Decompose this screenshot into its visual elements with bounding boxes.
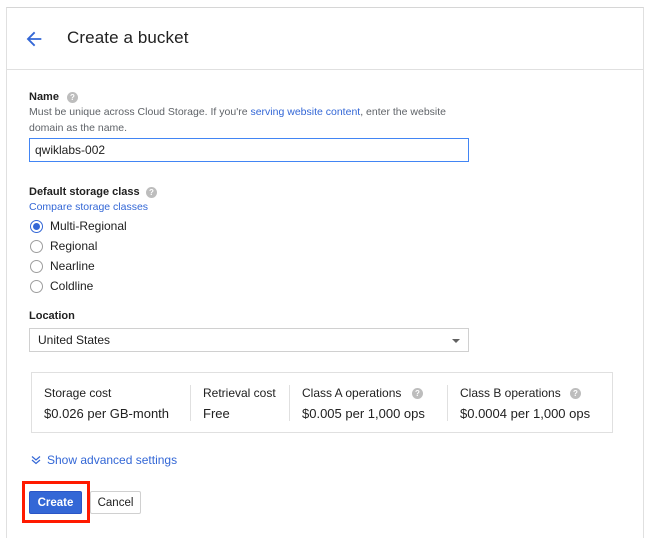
location-value: United States (38, 333, 111, 347)
create-button[interactable]: Create (29, 491, 82, 514)
class-a-value: $0.005 per 1,000 ops (302, 406, 425, 421)
radio-coldline[interactable]: Coldline (30, 278, 93, 294)
location-select[interactable]: United States (29, 328, 469, 352)
radio-label: Regional (50, 239, 98, 253)
serving-website-content-link[interactable]: serving website content (250, 106, 360, 118)
retrieval-cost-heading: Retrieval cost (203, 386, 276, 400)
help-icon[interactable]: ? (412, 388, 423, 399)
name-description: Must be unique across Cloud Storage. If … (29, 104, 446, 120)
bucket-name-input[interactable] (29, 138, 469, 162)
page-title: Create a bucket (67, 28, 189, 47)
chevron-double-down-icon (31, 456, 41, 465)
radio-label: Coldline (50, 279, 94, 293)
radio-regional[interactable]: Regional (30, 238, 97, 254)
location-label: Location (29, 310, 75, 322)
divider (289, 385, 290, 421)
name-desc-text: Must be unique across Cloud Storage. If … (29, 106, 251, 118)
create-bucket-panel: Create a bucket Name ? Must be unique ac… (6, 7, 644, 538)
class-a-heading: Class A operations (302, 386, 402, 400)
dropdown-caret-icon (452, 339, 460, 343)
class-b-value: $0.0004 per 1,000 ops (460, 406, 591, 421)
storage-cost-value: $0.026 per GB-month (44, 406, 170, 421)
advanced-label: Show advanced settings (47, 453, 178, 467)
radio-button[interactable] (30, 239, 43, 253)
retrieval-cost-value: Free (203, 406, 230, 421)
radio-button[interactable] (30, 259, 43, 273)
cost-summary: Storage cost $0.026 per GB-month Retriev… (31, 372, 613, 433)
storage-class-label: Default storage class (29, 186, 140, 198)
radio-nearline[interactable]: Nearline (30, 258, 95, 274)
divider (190, 385, 191, 421)
name-description-line2: domain as the name. (29, 122, 128, 134)
divider (447, 385, 448, 421)
radio-button[interactable] (30, 279, 43, 293)
radio-label: Nearline (50, 259, 95, 273)
radio-button-checked[interactable] (30, 219, 43, 233)
show-advanced-settings-link[interactable]: Show advanced settings (31, 453, 177, 467)
page-header: Create a bucket (7, 8, 643, 70)
help-icon[interactable]: ? (146, 187, 157, 198)
back-button[interactable] (23, 28, 45, 50)
help-icon[interactable]: ? (67, 92, 78, 103)
help-icon[interactable]: ? (570, 388, 581, 399)
radio-multi-regional[interactable]: Multi-Regional (30, 218, 127, 234)
arrow-back-icon (26, 31, 42, 47)
class-b-heading: Class B operations (460, 386, 561, 400)
cancel-button[interactable]: Cancel (90, 491, 141, 514)
compare-storage-classes-link[interactable]: Compare storage classes (29, 199, 148, 215)
name-label: Name (29, 91, 59, 103)
storage-cost-heading: Storage cost (44, 386, 112, 400)
name-desc-text-2: , enter the website (360, 106, 447, 118)
radio-label: Multi-Regional (50, 219, 127, 233)
